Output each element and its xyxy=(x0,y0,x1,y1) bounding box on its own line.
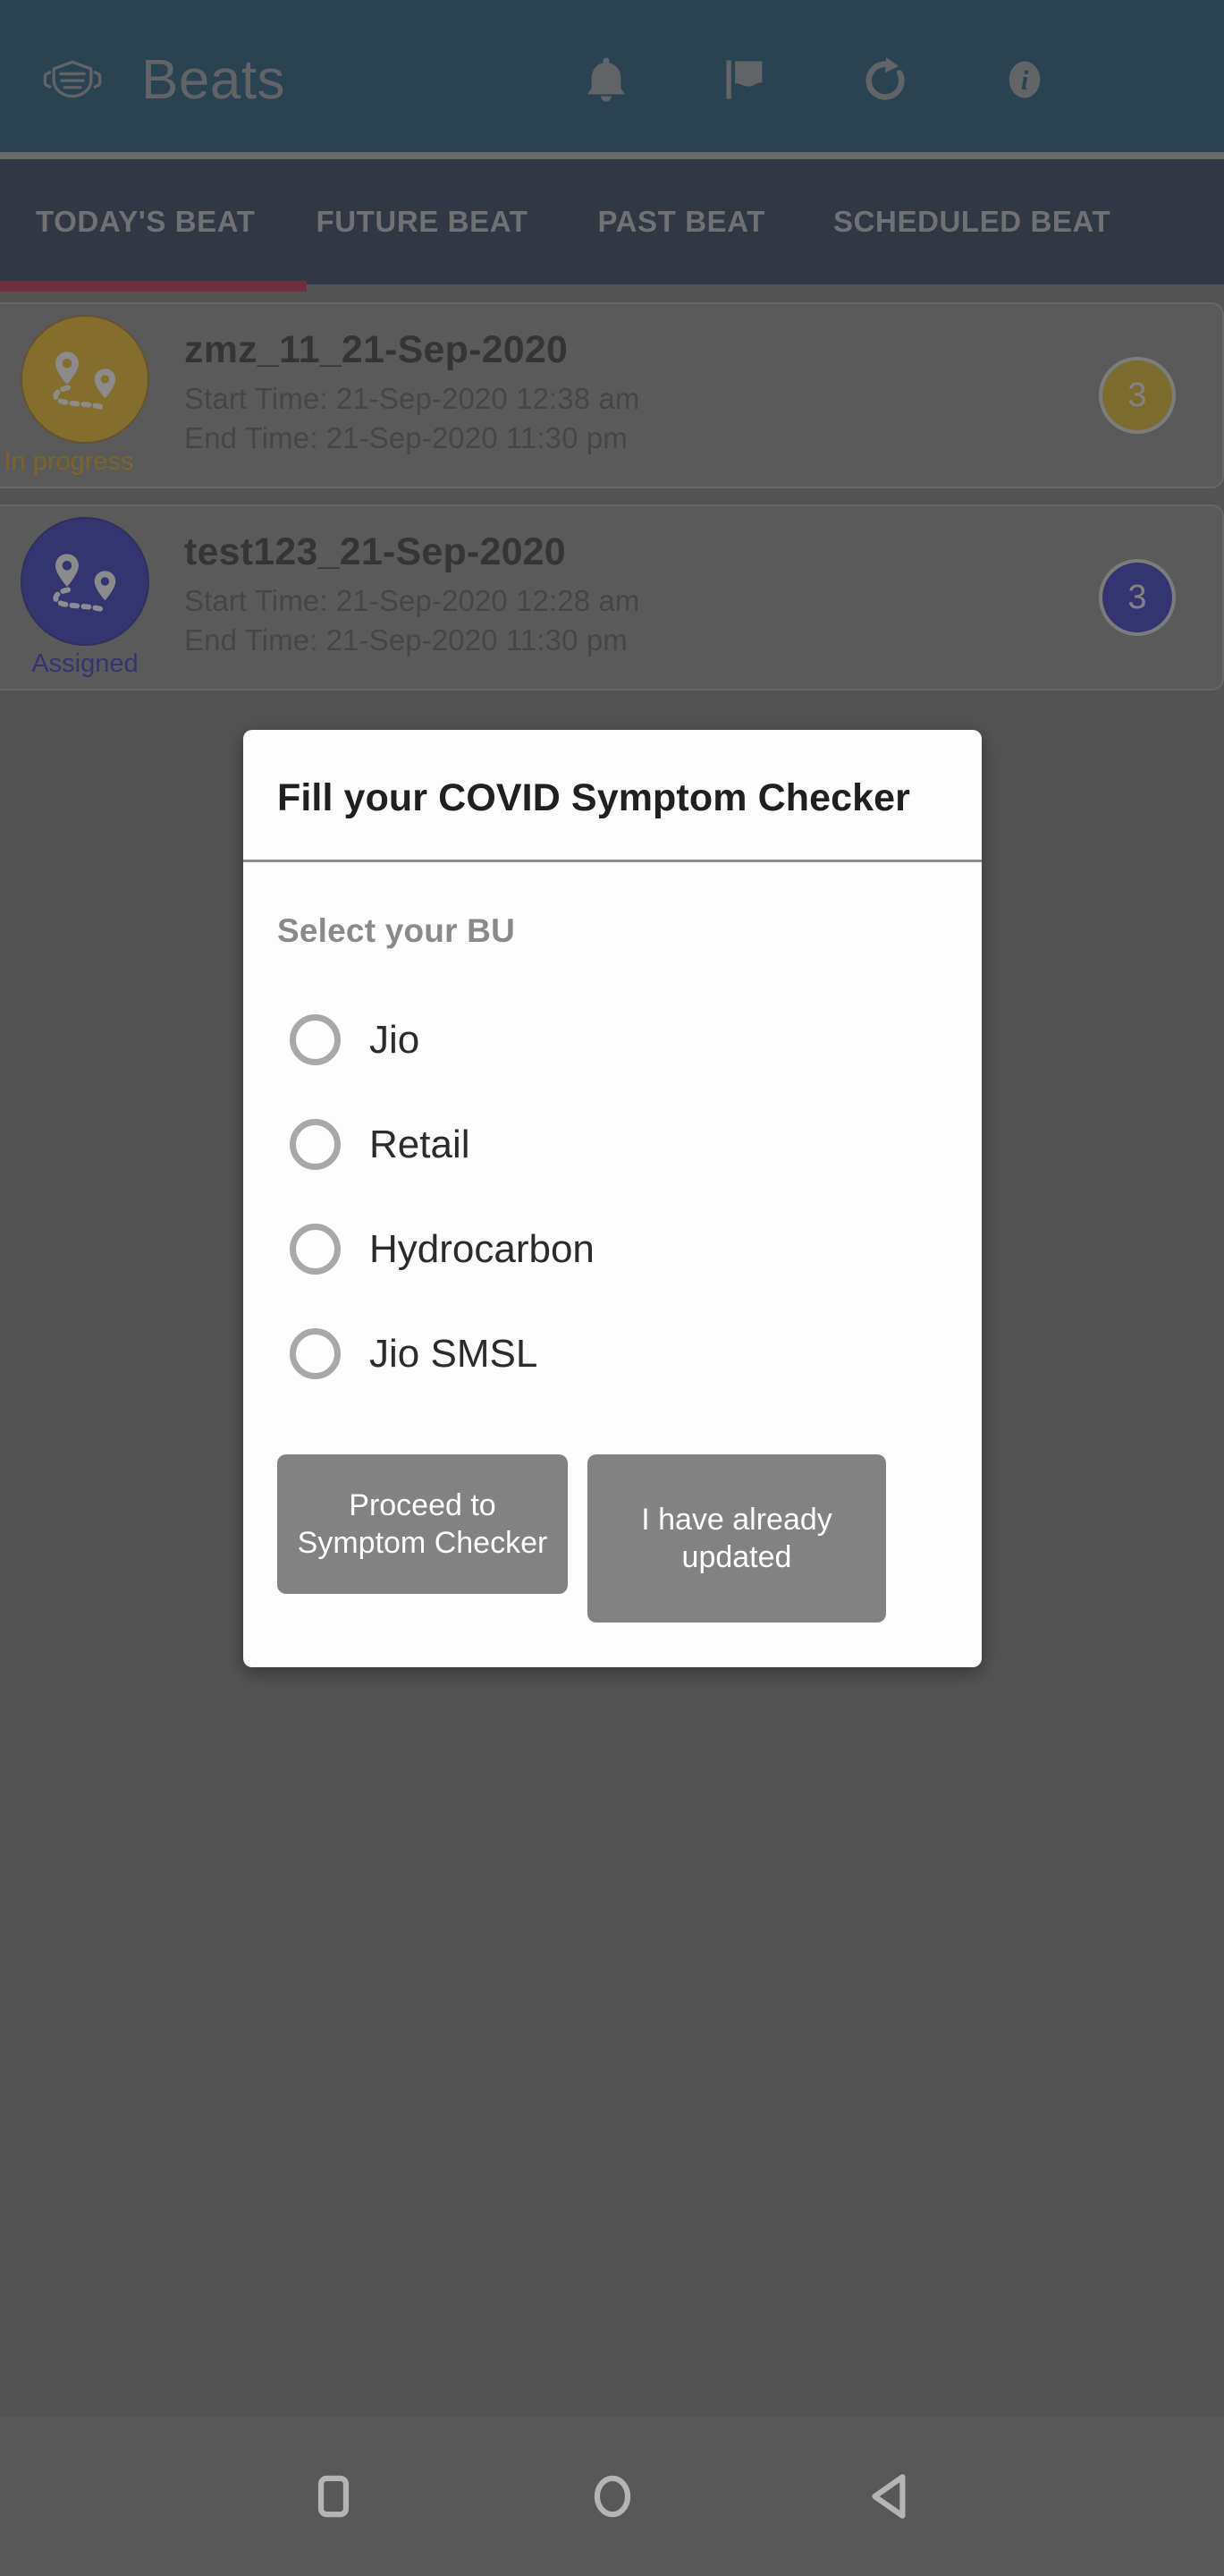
dialog-header: Fill your COVID Symptom Checker xyxy=(243,730,982,862)
home-button[interactable] xyxy=(580,2464,645,2529)
radio-label: Jio xyxy=(369,1017,420,1062)
android-nav-bar xyxy=(0,2417,1224,2576)
proceed-to-symptom-checker-button[interactable]: Proceed to Symptom Checker xyxy=(277,1454,568,1595)
radio-circle-icon[interactable] xyxy=(290,1119,341,1170)
radio-option-hydrocarbon[interactable]: Hydrocarbon xyxy=(277,1197,948,1301)
radio-option-retail[interactable]: Retail xyxy=(277,1092,948,1197)
section-label-select-bu: Select your BU xyxy=(277,912,515,949)
radio-circle-icon[interactable] xyxy=(290,1014,341,1065)
radio-label: Retail xyxy=(369,1122,470,1166)
recents-button[interactable] xyxy=(301,2464,366,2529)
dialog-actions: Proceed to Symptom Checker I have alread… xyxy=(243,1406,982,1667)
dialog-body: Select your BU Jio Retail Hydrocarbon Ji… xyxy=(243,862,982,1406)
back-button[interactable] xyxy=(859,2464,924,2529)
radio-circle-icon[interactable] xyxy=(290,1224,341,1275)
radio-label: Hydrocarbon xyxy=(369,1226,595,1271)
radio-option-jio[interactable]: Jio xyxy=(277,987,948,1092)
radio-circle-icon[interactable] xyxy=(290,1328,341,1379)
covid-symptom-dialog: Fill your COVID Symptom Checker Select y… xyxy=(243,730,982,1668)
already-updated-button[interactable]: I have already updated xyxy=(587,1454,886,1623)
dialog-title: Fill your COVID Symptom Checker xyxy=(277,776,910,819)
radio-label: Jio SMSL xyxy=(369,1331,538,1376)
phone-screen: Beats xyxy=(0,0,1224,2576)
radio-option-jio-smsl[interactable]: Jio SMSL xyxy=(277,1301,948,1406)
